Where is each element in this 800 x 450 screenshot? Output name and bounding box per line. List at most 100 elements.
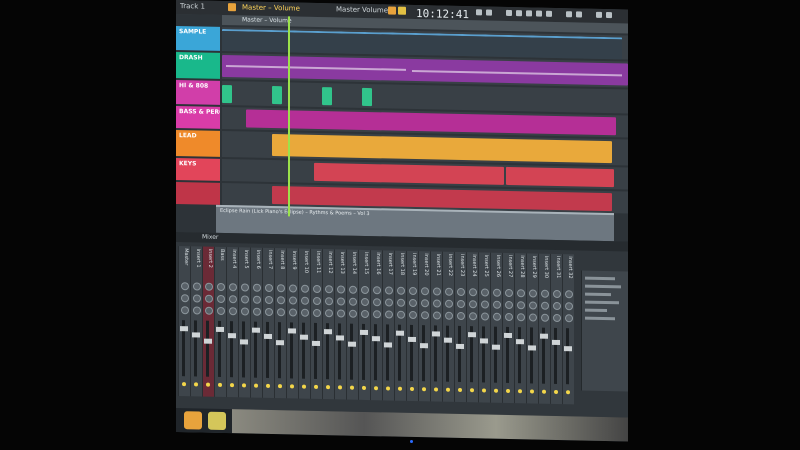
mute-led[interactable] [458, 387, 462, 392]
mute-led[interactable] [362, 385, 366, 390]
mute-led[interactable] [278, 384, 282, 389]
pan-knob[interactable] [301, 296, 309, 305]
mixer-strip[interactable]: Insert 23 [454, 251, 466, 403]
track-header-drash[interactable]: DRASH [176, 52, 220, 79]
pan-knob[interactable] [565, 314, 573, 323]
pan-knob[interactable] [349, 297, 357, 306]
mixer-strip[interactable]: Insert 28 [514, 253, 526, 404]
mute-led[interactable] [254, 383, 258, 388]
mixer-strip[interactable]: Insert 32 [562, 254, 574, 405]
pan-knob[interactable] [289, 308, 297, 317]
mixer-strip[interactable]: Insert 26 [490, 252, 502, 403]
mute-led[interactable] [518, 389, 522, 394]
pan-knob[interactable] [361, 297, 369, 307]
pan-knob[interactable] [325, 285, 333, 294]
mixer-strip[interactable]: Insert 11 [310, 248, 322, 400]
mute-led[interactable] [242, 383, 246, 388]
pan-knob[interactable] [505, 288, 513, 298]
pan-knob[interactable] [421, 299, 429, 308]
mute-led[interactable] [218, 382, 222, 387]
pan-knob[interactable] [457, 311, 465, 321]
mixer-strip[interactable]: Insert 19 [406, 250, 418, 402]
mixer-strip[interactable]: Insert 31 [550, 253, 562, 405]
pan-knob[interactable] [409, 286, 417, 296]
mute-led[interactable] [386, 386, 390, 391]
pan-knob[interactable] [493, 312, 501, 321]
pan-knob[interactable] [337, 297, 345, 306]
pan-knob[interactable] [505, 300, 513, 310]
pan-knob[interactable] [517, 313, 525, 322]
pan-knob[interactable] [289, 296, 297, 305]
pan-knob[interactable] [313, 284, 321, 294]
play-icon[interactable] [398, 6, 406, 15]
volume-fader-handle[interactable] [408, 336, 416, 343]
volume-fader-handle[interactable] [528, 345, 536, 351]
pan-knob[interactable] [565, 290, 573, 299]
mixer-insert-panel[interactable] [581, 270, 628, 392]
pan-knob[interactable] [241, 307, 249, 316]
pattern-clip[interactable] [246, 109, 616, 136]
pan-knob[interactable] [517, 289, 525, 298]
track-header-keys[interactable]: KEYS [176, 158, 220, 181]
pan-knob[interactable] [193, 306, 201, 315]
pan-knob[interactable] [181, 306, 189, 315]
mixer-strip[interactable]: Insert 18 [394, 250, 406, 401]
volume-fader-handle[interactable] [324, 329, 332, 335]
mute-led[interactable] [350, 385, 354, 390]
pan-knob[interactable] [481, 300, 489, 309]
pan-knob[interactable] [205, 282, 213, 291]
pan-knob[interactable] [493, 300, 501, 309]
pan-knob[interactable] [385, 286, 393, 295]
pan-knob[interactable] [241, 283, 249, 292]
volume-fader-handle[interactable] [180, 326, 188, 332]
pan-knob[interactable] [373, 298, 381, 307]
pan-knob[interactable] [193, 294, 201, 303]
mixer-strip[interactable]: Insert 14 [346, 249, 358, 400]
piano-roll-icon[interactable] [526, 10, 532, 17]
volume-fader-handle[interactable] [504, 332, 512, 339]
pan-knob[interactable] [277, 308, 285, 317]
fl-studio-icon[interactable] [184, 411, 202, 430]
track-header-lead[interactable]: LEAD [176, 130, 220, 157]
pan-knob[interactable] [337, 309, 345, 318]
mixer-icon[interactable] [506, 9, 512, 17]
mixer-strip[interactable]: Insert 21 [430, 251, 442, 402]
pan-knob[interactable] [361, 285, 369, 295]
mixer-strip[interactable]: Insert 10 [298, 248, 310, 399]
mute-led[interactable] [470, 388, 474, 393]
pan-knob[interactable] [445, 287, 453, 296]
pan-knob[interactable] [541, 289, 549, 298]
settings-icon[interactable] [566, 11, 572, 18]
volume-fader-handle[interactable] [240, 339, 248, 345]
pan-knob[interactable] [529, 313, 537, 322]
mute-led[interactable] [554, 389, 558, 395]
mixer-strip[interactable]: Insert 2 [202, 246, 214, 397]
mixer-strip[interactable]: Insert 16 [370, 250, 382, 401]
mixer-strip[interactable]: Bass [214, 246, 226, 398]
pan-knob[interactable] [445, 299, 453, 308]
volume-fader-handle[interactable] [468, 332, 476, 338]
pan-knob[interactable] [541, 301, 549, 310]
pan-knob[interactable] [265, 307, 273, 317]
pan-knob[interactable] [373, 310, 381, 319]
volume-fader-handle[interactable] [444, 337, 452, 343]
playhead[interactable] [288, 16, 290, 217]
pan-knob[interactable] [445, 311, 453, 320]
mixer-strip[interactable]: Insert 9 [286, 248, 298, 399]
pan-knob[interactable] [265, 283, 273, 293]
mute-led[interactable] [398, 386, 402, 391]
pattern-clip[interactable] [506, 166, 614, 188]
pattern-clip[interactable] [362, 87, 372, 107]
pan-knob[interactable] [217, 294, 225, 304]
mute-led[interactable] [566, 390, 570, 395]
pan-knob[interactable] [481, 312, 489, 321]
mute-led[interactable] [230, 383, 234, 388]
pan-knob[interactable] [385, 310, 393, 319]
mute-led[interactable] [446, 387, 450, 392]
pan-knob[interactable] [469, 288, 477, 297]
pan-knob[interactable] [277, 296, 285, 305]
volume-fader-handle[interactable] [372, 336, 380, 342]
pan-knob[interactable] [409, 298, 417, 308]
pan-knob[interactable] [481, 288, 489, 297]
pan-knob[interactable] [325, 309, 333, 318]
